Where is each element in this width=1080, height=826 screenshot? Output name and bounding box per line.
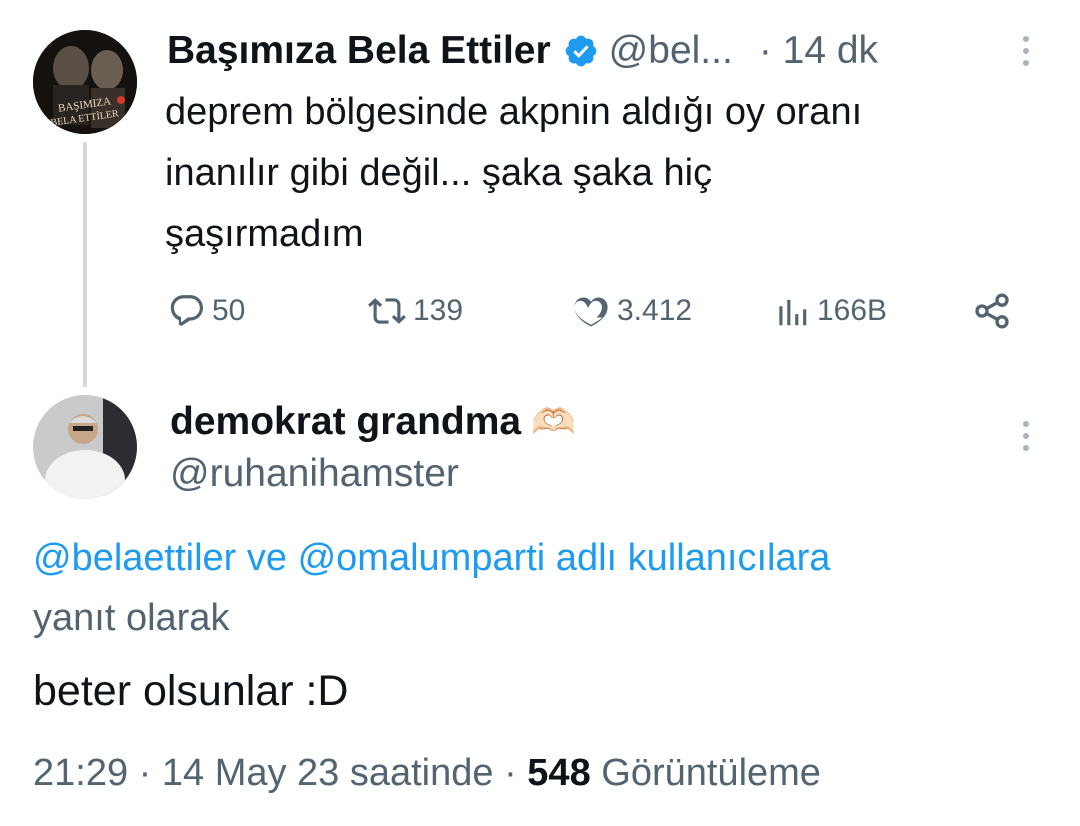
reply-view-label: Görüntüleme <box>590 752 821 794</box>
author-avatar[interactable]: BAŞIMIZA BELA ETTİLER <box>33 30 137 134</box>
author-name[interactable]: Başımıza Bela Ettiler <box>167 29 551 73</box>
more-options-icon[interactable] <box>1023 36 1031 72</box>
retweet-count: 139 <box>413 294 464 327</box>
analytics-icon <box>779 299 807 326</box>
like-action[interactable]: 3.412 <box>571 292 692 330</box>
heart-icon <box>574 297 608 327</box>
mention-joiner: ve <box>236 537 298 579</box>
author-handle[interactable]: @bel... <box>609 29 733 73</box>
retweet-icon <box>368 298 406 324</box>
tweet-header: Başımıza Bela Ettiler @bel... · 14 dk <box>167 25 878 77</box>
reply-timestamp[interactable]: 21:29 · 14 May 23 saatinde · <box>33 752 527 794</box>
mention-omalumparti[interactable]: @omalumparti <box>298 537 546 579</box>
reply-text: beter olsunlar :D <box>33 667 349 715</box>
retweet-action[interactable]: 139 <box>367 292 463 330</box>
reply-author-handle[interactable]: @ruhanihamster <box>170 452 459 496</box>
reply-to-label: yanıt olarak <box>33 597 230 639</box>
tweet-text-line: deprem bölgesinde akpnin aldığı oy oranı <box>165 91 863 133</box>
share-icon <box>975 293 1009 329</box>
share-action[interactable] <box>972 291 1012 331</box>
reply-view-count: 548 <box>527 752 591 794</box>
tweet-text: deprem bölgesinde akpnin aldığı oy oranı… <box>165 82 1055 265</box>
verified-badge-icon <box>563 33 599 69</box>
reply-more-options-icon[interactable] <box>1023 421 1031 457</box>
reply-action[interactable]: 50 <box>168 292 245 330</box>
heart-hands-icon: 🫶🏻 <box>531 401 576 442</box>
thread-connector <box>83 142 87 387</box>
reply-count: 50 <box>212 294 246 327</box>
tweet-text-line: şaşırmadım <box>165 213 364 255</box>
reply-author-avatar[interactable] <box>33 395 137 499</box>
tweet-time[interactable]: · 14 dk <box>759 29 878 73</box>
tweet-text-line: inanılır gibi değil... şaka şaka hiç <box>165 152 713 194</box>
reply-meta: 21:29 · 14 May 23 saatinde · 548 Görüntü… <box>33 752 821 795</box>
reply-author-name[interactable]: demokrat grandma <box>170 400 521 444</box>
mention-belaettiler[interactable]: @belaettiler <box>33 537 236 579</box>
reply-icon <box>170 295 204 326</box>
view-count: 166B <box>817 294 888 327</box>
reply-to-suffix: adlı kullanıcılara <box>545 537 831 579</box>
views-action[interactable]: 166B <box>773 292 887 330</box>
replying-to: @belaettiler ve @omalumparti adlı kullan… <box>33 528 1053 648</box>
like-count: 3.412 <box>617 294 693 327</box>
reply-header: demokrat grandma 🫶🏻 <box>170 396 576 448</box>
